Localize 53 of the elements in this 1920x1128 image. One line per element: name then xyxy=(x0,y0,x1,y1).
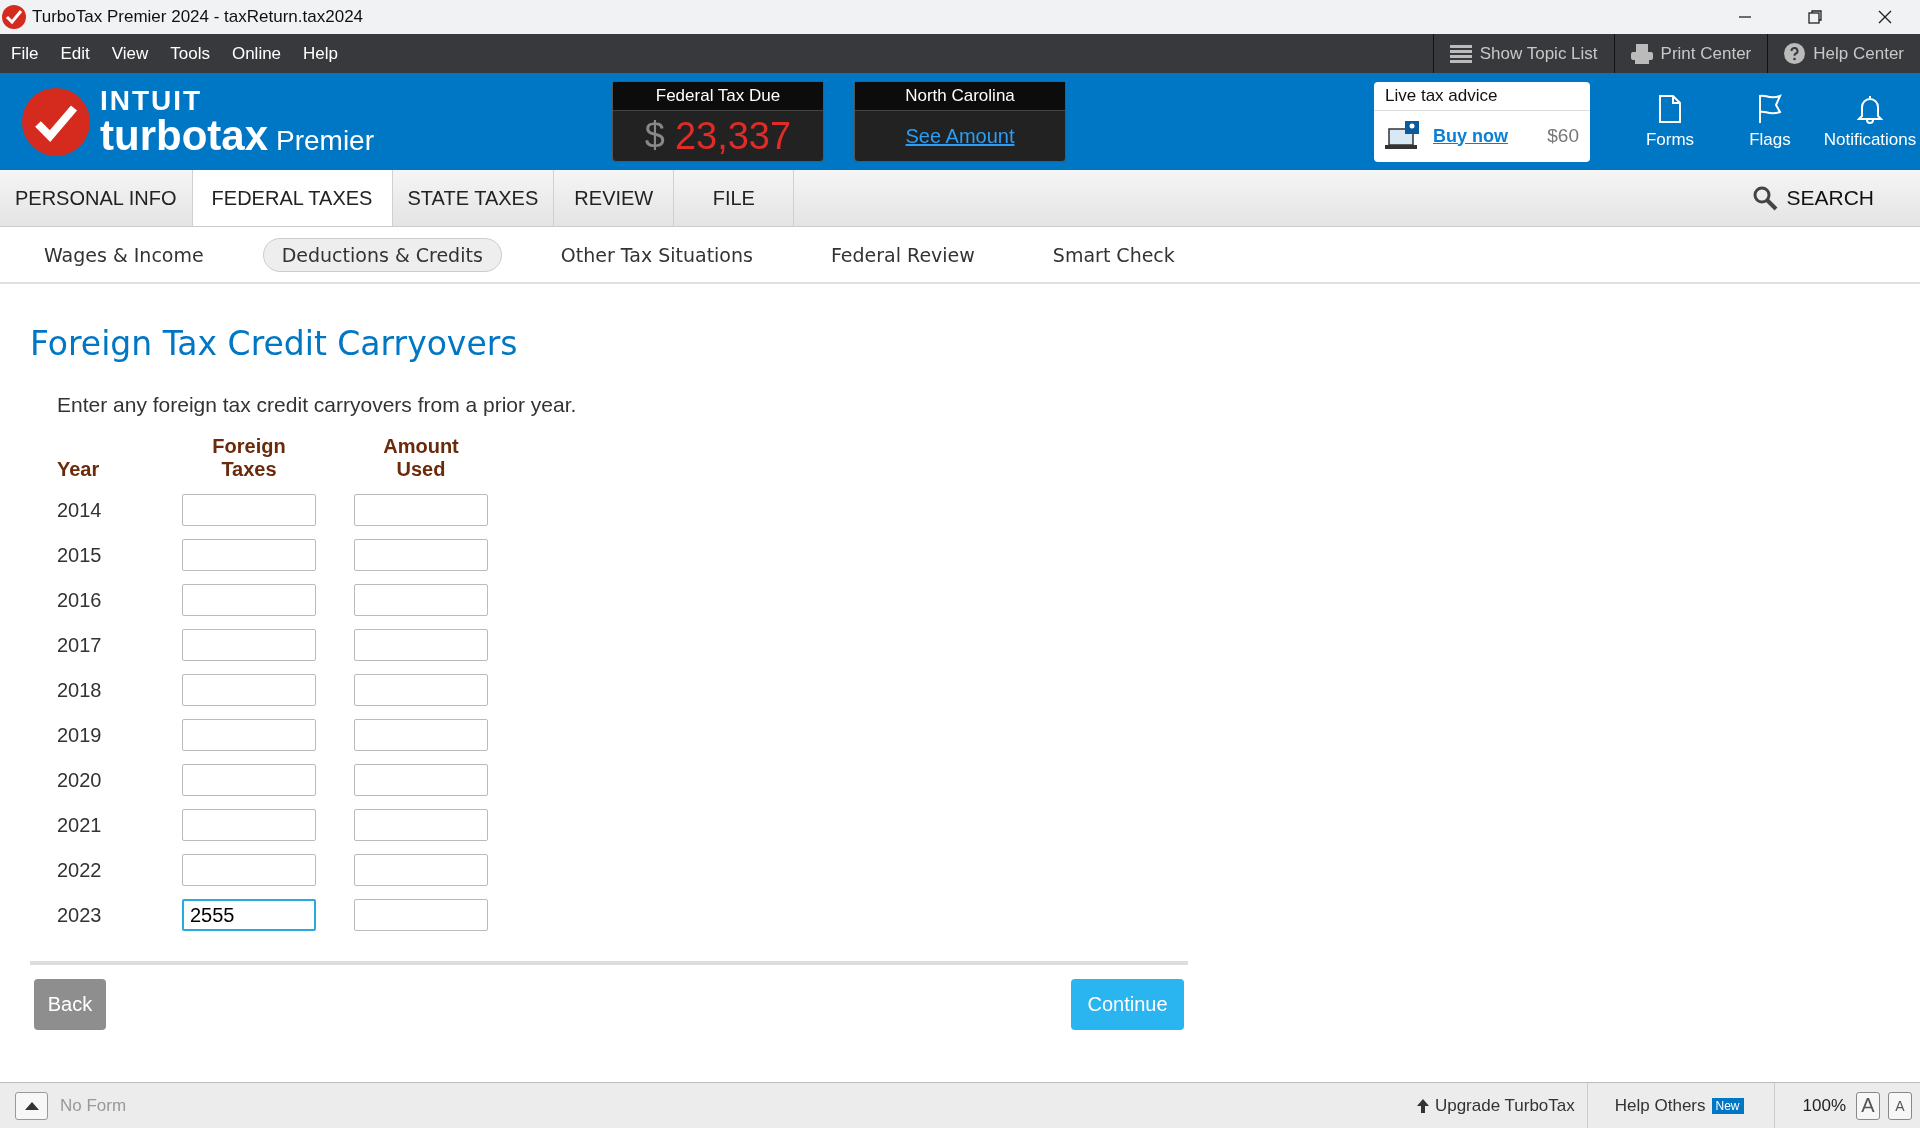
currency-sign: $ xyxy=(644,115,665,157)
menu-item[interactable]: Edit xyxy=(49,34,101,73)
column-header: Foreign Taxes xyxy=(211,435,287,481)
panel-title: Federal Tax Due xyxy=(613,82,823,111)
edition-name: Premier xyxy=(276,124,374,156)
year-label: 2016 xyxy=(57,588,102,612)
header-button[interactable]: Notifications xyxy=(1820,93,1920,150)
new-badge: New xyxy=(1711,1097,1744,1114)
price: $60 xyxy=(1547,125,1579,147)
smaller-text-button[interactable]: A xyxy=(1888,1091,1912,1120)
menu-item[interactable]: Tools xyxy=(159,34,221,73)
sub-tab[interactable]: Other Tax Situations xyxy=(541,237,772,272)
header-button[interactable]: Flags xyxy=(1720,93,1820,150)
larger-text-button[interactable]: A xyxy=(1856,1091,1880,1120)
menu-item[interactable]: Online xyxy=(220,34,293,73)
year-label: 2017 xyxy=(57,633,102,657)
sub-tab[interactable]: Federal Review xyxy=(811,237,994,272)
page-heading: Foreign Tax Credit Carryovers xyxy=(30,324,519,363)
buy-now-link[interactable]: Buy now xyxy=(1433,125,1536,147)
search-button[interactable]: SEARCH xyxy=(1746,170,1880,226)
year-label: 2015 xyxy=(57,543,102,567)
column-header: Amount Used xyxy=(382,435,460,481)
help-others-link[interactable]: Help Others New xyxy=(1586,1082,1775,1128)
see-amount-link[interactable]: See Amount xyxy=(905,124,1015,148)
upgrade-link[interactable]: Upgrade TurboTax xyxy=(1416,1095,1587,1116)
tab[interactable]: REVIEW xyxy=(554,170,675,226)
tab[interactable]: PERSONAL INFO xyxy=(0,170,193,226)
tab[interactable]: FEDERAL TAXES xyxy=(192,170,393,226)
form-status: No Form xyxy=(60,1095,127,1116)
year-label: 2022 xyxy=(57,858,102,882)
foreign-taxes-field[interactable]: 2555 xyxy=(182,899,316,931)
sub-tab[interactable]: Smart Check xyxy=(1033,237,1194,272)
zoom-level: 100% xyxy=(1802,1095,1846,1116)
sub-tab[interactable]: Wages & Income xyxy=(25,237,223,272)
year-label: 2020 xyxy=(57,768,102,792)
year-label: 2014 xyxy=(57,498,102,522)
instructions: Enter any foreign tax credit carryovers from a prior year. xyxy=(57,393,578,417)
year-label: 2019 xyxy=(57,723,102,747)
menu-item[interactable]: Help xyxy=(292,34,350,73)
tax-amount: 23,337 xyxy=(674,114,792,158)
header-button[interactable]: Forms xyxy=(1620,93,1720,150)
tab[interactable]: FILE xyxy=(674,170,795,226)
year-label: 2021 xyxy=(57,813,102,837)
tab[interactable]: STATE TAXES xyxy=(392,170,555,226)
advice-title: Live tax advice xyxy=(1374,81,1590,111)
menu-item[interactable]: View xyxy=(100,34,160,73)
sub-tab[interactable]: Deductions & Credits xyxy=(262,237,502,272)
window-title: TurboTax Premier 2024 - taxReturn.tax2024 xyxy=(32,7,365,27)
year-label: 2023 xyxy=(57,903,102,927)
year-label: 2018 xyxy=(57,678,102,702)
panel-title: North Carolina xyxy=(855,82,1065,111)
column-header: Year xyxy=(57,458,100,481)
menu-item[interactable]: File xyxy=(0,34,50,73)
